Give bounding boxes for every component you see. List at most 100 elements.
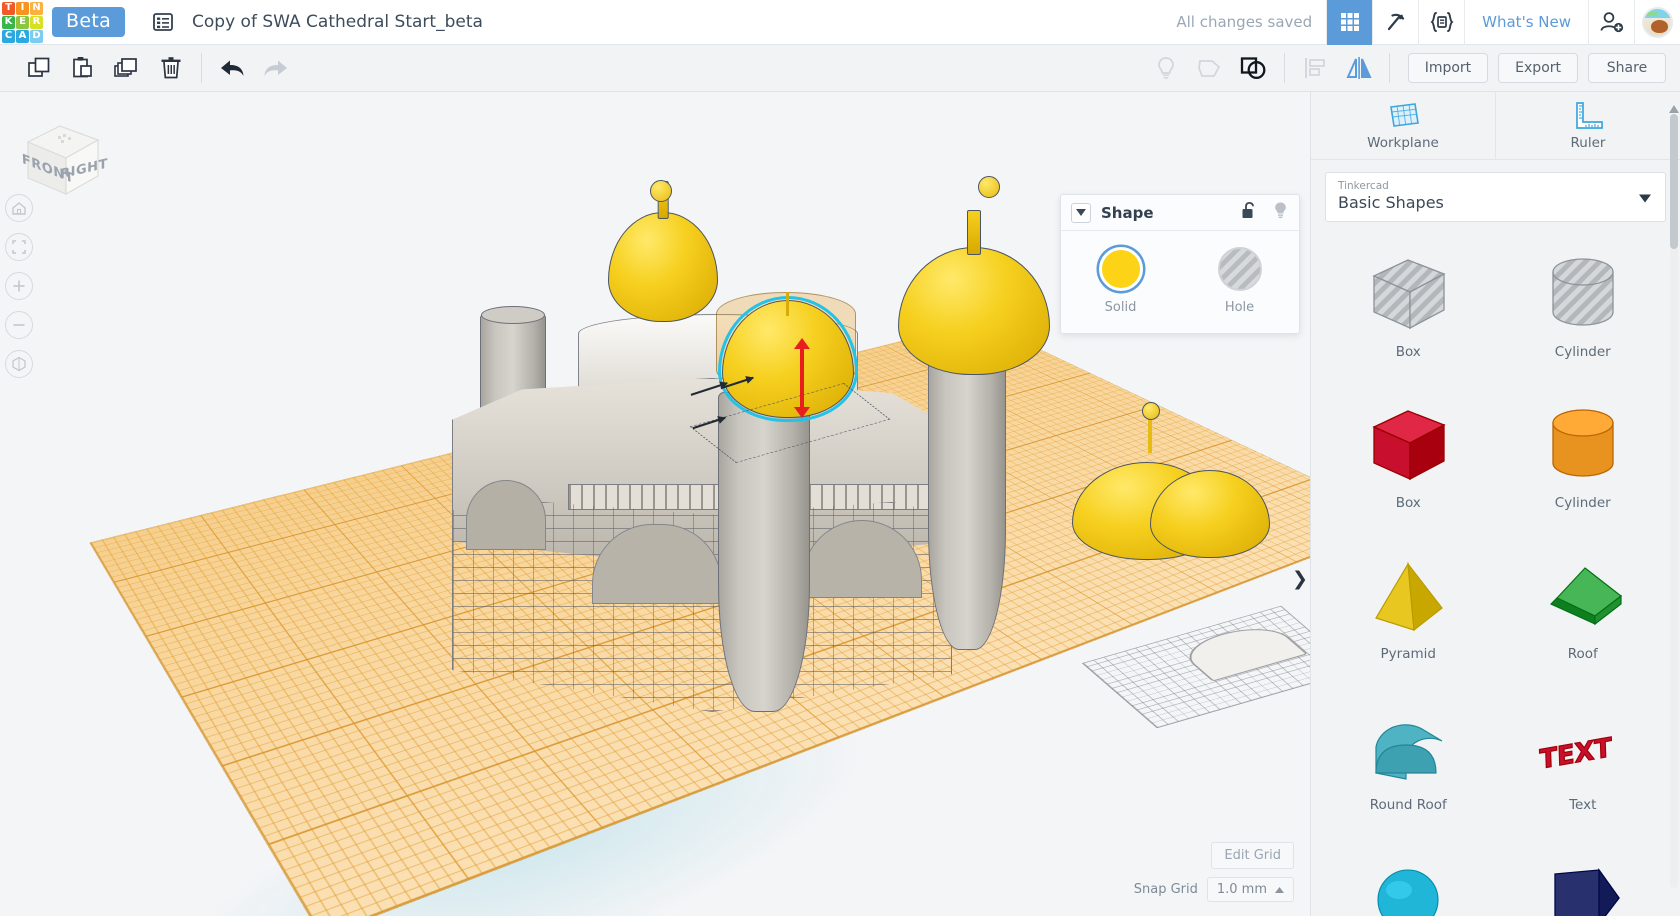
logo-tile-k: K [2, 15, 15, 29]
shape-item-box[interactable]: Box [1321, 236, 1496, 387]
view-cube[interactable]: FRONT RIGHT [12, 112, 108, 208]
tinkercad-logo[interactable]: TIN KER CAD [0, 0, 43, 45]
group-icon[interactable] [1188, 45, 1232, 91]
tower-cap [481, 306, 545, 324]
model-dome[interactable] [608, 212, 718, 322]
toolbar-right-group: Import Export Share [1144, 45, 1680, 91]
shape-row: Pyramid Roof [1321, 538, 1670, 689]
svg-text:TEXT: TEXT [1539, 733, 1612, 776]
shape-library-dropdown[interactable]: Tinkercad Basic Shapes [1325, 172, 1666, 222]
shape-thumbnail [1362, 703, 1454, 791]
export-button[interactable]: Export [1498, 53, 1578, 83]
zoom-out-button[interactable] [5, 311, 33, 339]
shape-label: Roof [1567, 646, 1598, 662]
shape-item-text[interactable]: TEXT Text [1496, 689, 1671, 840]
shape-thumbnail [1362, 401, 1454, 489]
shape-row: Sphere Wedge [1321, 840, 1670, 916]
scrollbar-thumb[interactable] [1670, 114, 1678, 249]
shape-thumbnail [1362, 552, 1454, 640]
workplane-tool[interactable]: Workplane [1311, 92, 1495, 159]
top-bar: TIN KER CAD Beta Copy of SWA Cathedral Sta… [0, 0, 1680, 45]
delete-button[interactable] [149, 45, 193, 91]
account-button[interactable] [1634, 0, 1680, 45]
ungroup-icon[interactable] [1232, 45, 1276, 91]
blocks-grid-icon[interactable] [1326, 0, 1373, 45]
ruler-label: Ruler [1570, 135, 1606, 151]
shape-label: Box [1395, 344, 1421, 360]
zoom-in-button[interactable] [5, 272, 33, 300]
copy-button[interactable] [17, 45, 61, 91]
shape-type-options: Solid Hole [1061, 231, 1299, 333]
top-bar-right: All changes saved What's New [1176, 0, 1680, 45]
pickaxe-icon[interactable] [1372, 0, 1418, 45]
shape-thumbnail: TEXT [1537, 703, 1629, 791]
workplane-icon [1390, 103, 1419, 127]
collapse-sidebar-button[interactable]: ❯ [1290, 562, 1310, 596]
view-cube-right-label: RIGHT [60, 155, 108, 183]
paste-button[interactable] [61, 45, 105, 91]
fit-to-view-button[interactable] [5, 233, 33, 261]
duplicate-button[interactable] [105, 45, 149, 91]
sidebar-scrollbar[interactable] [1669, 98, 1679, 888]
shape-item-round-roof[interactable]: Round Roof [1321, 689, 1496, 840]
logo-tile-r: R [30, 15, 43, 29]
logo-tile-t: T [2, 1, 15, 15]
unlock-icon[interactable] [1241, 201, 1258, 224]
shape-label: Text [1569, 797, 1597, 813]
height-handle-arrow[interactable] [794, 338, 810, 418]
shape-item-roof[interactable]: Roof [1496, 538, 1671, 689]
ruler-tool[interactable]: Ruler [1495, 92, 1680, 159]
shape-label: Round Roof [1369, 797, 1447, 813]
shape-panel-header-icons [1241, 201, 1289, 224]
solid-option[interactable]: Solid [1076, 247, 1166, 315]
shape-item-pyramid[interactable]: Pyramid [1321, 538, 1496, 689]
import-button[interactable]: Import [1407, 53, 1489, 83]
model-column[interactable] [928, 350, 1006, 650]
codeblocks-icon[interactable] [1418, 0, 1464, 45]
snap-grid-label: Snap Grid [1133, 882, 1198, 897]
add-person-icon[interactable] [1588, 0, 1634, 45]
design-viewport[interactable]: FRONT RIGHT Shape Solid Hole Edit Grid S… [0, 92, 1310, 916]
collapse-panel-button[interactable] [1071, 202, 1091, 223]
share-button[interactable]: Share [1588, 53, 1666, 83]
home-view-button[interactable] [5, 194, 33, 222]
shape-item-cylinder[interactable]: Cylinder [1496, 387, 1671, 538]
shape-item-cylinder[interactable]: Cylinder [1496, 236, 1671, 387]
model-arch [466, 480, 546, 550]
shape-item-box[interactable]: Box [1321, 387, 1496, 538]
ortho-perspective-button[interactable] [5, 350, 33, 378]
shape-thumbnail [1537, 552, 1629, 640]
toolbar-divider-2 [1283, 53, 1285, 83]
mirror-icon[interactable] [1337, 45, 1381, 91]
shape-item-wedge[interactable]: Wedge [1496, 840, 1671, 916]
shape-thumbnail [1362, 250, 1454, 338]
hole-label: Hole [1224, 300, 1255, 315]
project-list-icon[interactable] [152, 11, 174, 33]
redo-button[interactable] [254, 45, 298, 91]
logo-tile-d: D [30, 29, 43, 43]
hole-option[interactable]: Hole [1195, 247, 1285, 315]
snap-grid-dropdown[interactable]: 1.0 mm [1206, 877, 1294, 902]
shape-label: Cylinder [1554, 495, 1611, 511]
light-bulb-icon[interactable] [1272, 201, 1289, 224]
light-bulb-icon[interactable] [1144, 45, 1188, 91]
toolbar-divider-3 [1388, 53, 1390, 83]
whats-new-link[interactable]: What's New [1464, 0, 1588, 45]
page-title[interactable]: Copy of SWA Cathedral Start_beta [192, 12, 483, 32]
beta-badge[interactable]: Beta [52, 7, 126, 37]
library-provider: Tinkercad [1338, 180, 1389, 192]
tinkercad-app: TIN KER CAD Beta Copy of SWA Cathedral Sta… [0, 0, 1680, 916]
shape-row: Round Roof TEXT Text [1321, 689, 1670, 840]
save-status: All changes saved [1176, 13, 1313, 31]
model-dome[interactable] [898, 247, 1050, 375]
model-finial [650, 180, 672, 202]
selection-spire [786, 292, 789, 316]
align-icon[interactable] [1293, 45, 1337, 91]
shape-library-grid[interactable]: Box Cylinder Box Cylinder Pyramid Roof R… [1311, 222, 1680, 916]
toolbar-divider [201, 53, 202, 83]
edit-toolbar: Import Export Share [0, 45, 1680, 92]
shapes-sidebar: Workplane Ruler Tinkercad Basic Shapes B… [1310, 92, 1680, 916]
undo-button[interactable] [210, 45, 254, 91]
shape-item-sphere[interactable]: Sphere [1321, 840, 1496, 916]
edit-grid-button[interactable]: Edit Grid [1211, 842, 1294, 869]
